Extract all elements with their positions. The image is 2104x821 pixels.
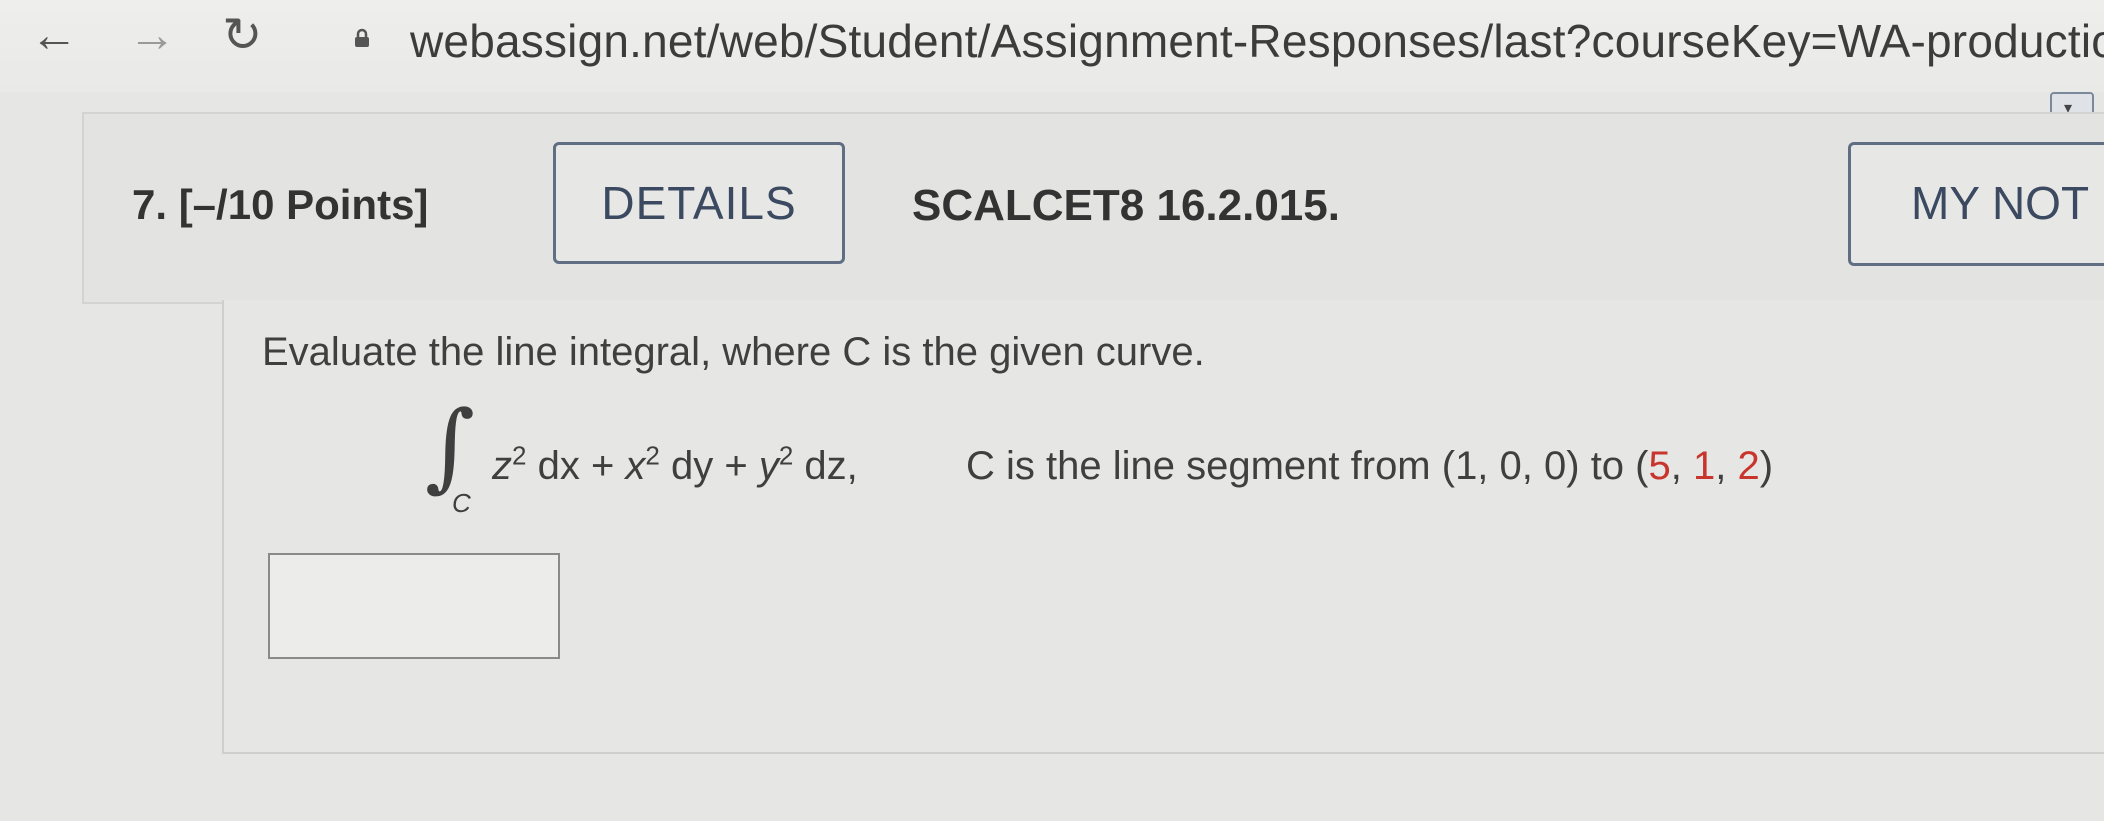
endpoint-z: 2 xyxy=(1737,444,1760,488)
integral-subscript: C xyxy=(452,488,471,518)
question-prompt: Evaluate the line integral, where C is t… xyxy=(262,330,1205,374)
endpoint-x: 5 xyxy=(1648,444,1671,488)
integral-sign: ∫ xyxy=(425,390,476,502)
endpoint-y: 1 xyxy=(1692,444,1716,488)
my-notes-button[interactable]: MY NOT xyxy=(1848,142,2104,266)
curve-description: C is the line segment from (1, 0, 0) to … xyxy=(966,444,1774,488)
question-code: SCALCET8 16.2.015. xyxy=(912,181,1340,230)
back-arrow-icon[interactable]: ← xyxy=(30,12,78,60)
question-number-points: 7. [–/10 Points] xyxy=(132,181,429,228)
forward-arrow-icon[interactable]: → xyxy=(128,12,176,60)
reload-icon[interactable]: ↻ xyxy=(222,12,262,60)
answer-input[interactable] xyxy=(268,553,560,659)
details-button[interactable]: DETAILS xyxy=(553,142,845,264)
browser-toolbar: ← → ↻ webassign.net/web/Student/Assignme… xyxy=(0,0,2104,92)
lock-icon xyxy=(355,28,369,47)
address-bar-url[interactable]: webassign.net/web/Student/Assignment-Res… xyxy=(410,14,2104,68)
integrand-expression: z2 dx + x2 dy + y2 dz, xyxy=(492,440,858,488)
